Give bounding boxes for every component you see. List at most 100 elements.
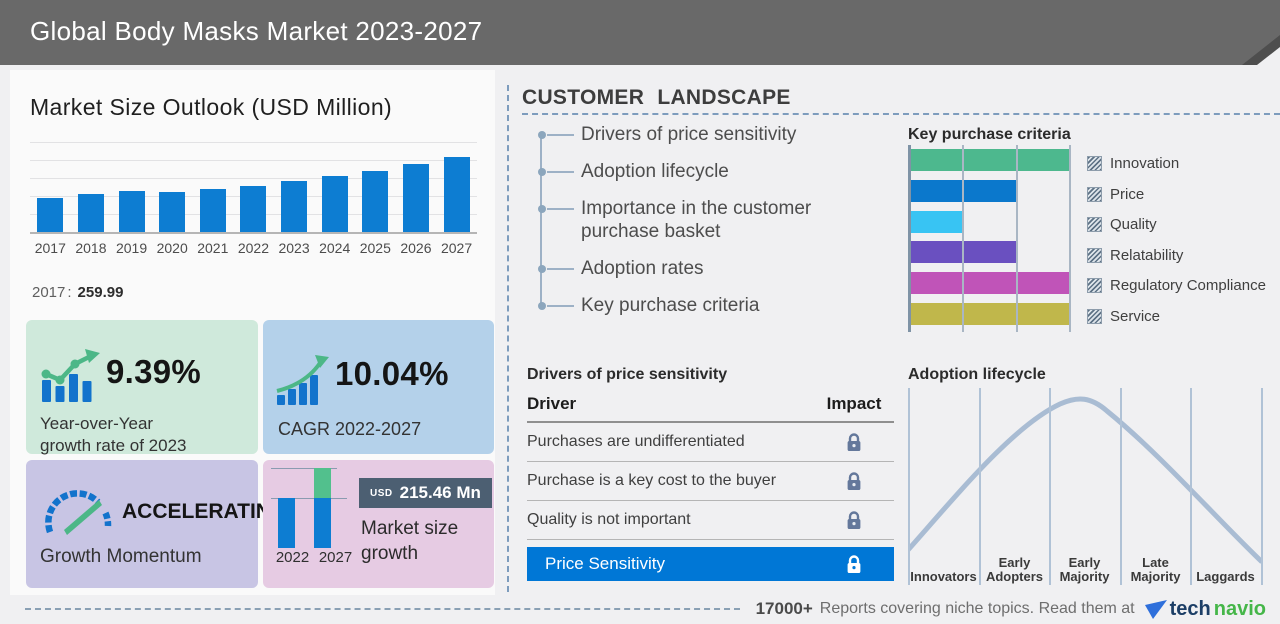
vertical-dashed-divider — [507, 85, 509, 592]
price-sensitivity-row: Price Sensitivity — [527, 547, 894, 581]
impact-cell — [814, 510, 894, 530]
cagr-label: CAGR 2022-2027 — [278, 419, 422, 439]
yoy-label: Year-over-Year growth rate of 2023 — [40, 414, 187, 455]
market-bar-2022 — [240, 186, 267, 232]
market-bar-2021 — [199, 189, 226, 232]
mini-year-2027: 2027 — [318, 549, 353, 566]
base-year-amount: 259.99 — [77, 284, 124, 301]
brand-tech: tech — [1169, 597, 1211, 620]
landscape-item-0: Drivers of price sensitivity — [538, 123, 843, 146]
lifecycle-title: Adoption lifecycle — [908, 366, 1046, 383]
legend-label: Quality — [1110, 216, 1157, 233]
growth-amount-badge: USD 215.46 Mn — [359, 478, 492, 508]
hatched-swatch-icon — [1087, 156, 1102, 171]
growth-momentum-card: ACCELERATING Growth Momentum — [26, 460, 287, 588]
technavio-arrow-icon — [1144, 599, 1167, 619]
lock-icon — [847, 432, 861, 451]
driver-row-0: Purchases are undifferentiated — [527, 423, 894, 462]
footer-text: Reports covering niche topics. Read them… — [819, 600, 1135, 617]
technavio-logo: tech navio — [1144, 597, 1266, 621]
year-tick-label: 2017 — [34, 240, 66, 256]
year-tick-label: 2023 — [278, 240, 310, 256]
year-tick-label: 2021 — [197, 240, 229, 256]
kpc-gridline — [1069, 145, 1071, 332]
year-tick-label: 2022 — [237, 240, 270, 256]
market-chart-x-axis: 2017 2018 2019 2020 2021 2022 2023 2024 2025 2026… — [30, 240, 477, 256]
brand-navio: navio — [1213, 597, 1266, 620]
legend-label: Price — [1110, 185, 1145, 203]
hatched-swatch-icon — [1087, 247, 1102, 263]
yoy-value: 9.39% — [106, 353, 202, 390]
driver-label: Quality is not important — [527, 511, 691, 528]
year-tick-label: 2024 — [319, 240, 351, 256]
base-year-value: 2017:259.99 — [32, 284, 124, 301]
mini-bar-2027-base — [314, 498, 331, 548]
page-title: Global Body Masks Market 2023-2027 — [30, 16, 483, 46]
momentum-label: Growth Momentum — [40, 546, 202, 567]
legend-label: Regulatory Compliance — [1110, 277, 1266, 294]
adoption-lifecycle-chart: Innovators Early Adopters Early Majority La… — [908, 388, 1263, 585]
kpc-bar-0 — [911, 149, 1071, 171]
table-header: Driver Impact — [527, 394, 894, 423]
lifecycle-stage-label: Innovators — [910, 569, 977, 584]
yoy-growth-card: 9.39% Year-over-Year growth rate of 2023 — [26, 320, 258, 455]
mini-bar-2027-growth — [314, 468, 331, 498]
market-bar-2023 — [281, 181, 308, 232]
bar-trend-icon — [41, 349, 100, 402]
lock-icon — [847, 471, 861, 490]
currency-label: USD — [370, 487, 393, 499]
header-bar: Global Body Masks Market 2023-2027 — [0, 0, 1280, 65]
lifecycle-stage-label: Laggards — [1196, 569, 1255, 584]
kpc-bar-1 — [911, 179, 1018, 202]
kpc-bar-4 — [911, 272, 1071, 295]
lifecycle-stage-label: Late Majority — [1130, 555, 1181, 584]
mini-year-2022: 2022 — [275, 549, 310, 566]
market-bar-2027 — [443, 157, 470, 232]
legend-item: Relatability — [1087, 245, 1266, 266]
footer-dashed-line — [25, 608, 740, 610]
market-bar-2017 — [37, 198, 64, 232]
title-dashed-underline — [522, 113, 1280, 115]
landscape-item-3: Adoption rates — [538, 257, 843, 280]
lock-icon — [847, 510, 861, 529]
impact-cell — [814, 471, 894, 491]
impact-cell — [814, 432, 894, 452]
kpc-title: Key purchase criteria — [908, 126, 1071, 143]
lifecycle-gridline — [1261, 388, 1263, 585]
cagr-value: 10.04% — [335, 355, 449, 392]
hatched-swatch-icon — [1087, 278, 1102, 293]
column-impact: Impact — [826, 394, 882, 413]
growth-mini-chart: 2022 2027 — [271, 468, 357, 566]
legend-label: Innovation — [1110, 155, 1180, 172]
year-tick-label: 2026 — [400, 240, 432, 256]
lock-icon — [847, 554, 861, 573]
customer-landscape-list: Drivers of price sensitivity Adoption lif… — [538, 123, 853, 331]
driver-label: Purchases are undifferentiated — [527, 433, 745, 450]
kpc-legend: Innovation Price Quality Relatability Regula… — [1087, 153, 1266, 327]
kpc-gridline — [1016, 145, 1018, 332]
footer: 17000+ Reports covering niche topics. Re… — [0, 594, 1280, 624]
driver-row-2: Quality is not important — [527, 501, 894, 540]
drivers-title: Drivers of price sensitivity — [527, 366, 728, 383]
kpc-bar-3 — [911, 241, 1018, 264]
driver-row-1: Purchase is a key cost to the buyer — [527, 462, 894, 501]
report-count: 17000+ — [755, 599, 813, 618]
stat-cards: 9.39% Year-over-Year growth rate of 2023… — [26, 320, 494, 588]
mini-bar-2022 — [278, 498, 295, 548]
kpc-gridline — [962, 145, 964, 332]
customer-landscape-title: CUSTOMER LANDSCAPE — [522, 86, 791, 109]
year-tick-label: 2019 — [115, 240, 148, 256]
legend-label: Service — [1110, 307, 1161, 325]
drivers-table: Driver Impact Purchases are undifferenti… — [527, 394, 894, 581]
year-tick-label: 2020 — [156, 240, 188, 256]
market-size-growth-card: 2022 2027 USD 215.46 Mn Market size grow… — [263, 460, 494, 588]
speedometer-icon — [45, 490, 112, 535]
legend-item: Regulatory Compliance — [1087, 275, 1266, 296]
market-size-bar-chart — [30, 136, 477, 234]
year-tick-label: 2018 — [75, 240, 107, 256]
legend-item: Service — [1087, 306, 1266, 327]
market-bar-2026 — [402, 164, 429, 232]
market-size-panel: Market Size Outlook (USD Million) 2017 20… — [10, 70, 495, 595]
lifecycle-gridline — [908, 388, 910, 585]
market-bar-2025 — [362, 171, 389, 232]
